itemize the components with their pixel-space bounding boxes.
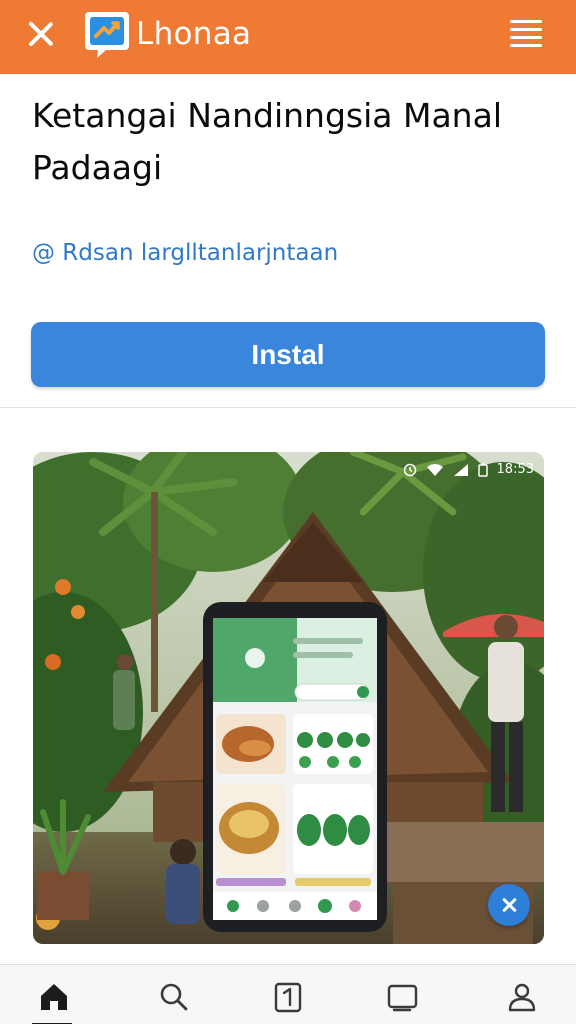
close-icon[interactable] bbox=[22, 15, 60, 53]
wifi-icon bbox=[426, 463, 443, 476]
bottom-navigation bbox=[0, 964, 576, 1024]
status-time: 18:53 bbox=[496, 462, 534, 477]
brand-name: Lhonaa bbox=[136, 16, 252, 52]
developer-link[interactable]: @ Rdsan larglltanlarjntaan bbox=[32, 240, 338, 266]
home-icon[interactable] bbox=[34, 977, 74, 1017]
battery-icon bbox=[477, 463, 488, 477]
chat-bubble-logo-icon bbox=[85, 12, 129, 58]
alarm-icon bbox=[403, 463, 416, 476]
library-icon[interactable] bbox=[382, 977, 422, 1017]
top-app-bar: Lhonaa bbox=[0, 0, 576, 74]
install-button[interactable]: Instal bbox=[31, 322, 545, 387]
preview-status-bar: 18:53 bbox=[403, 462, 534, 477]
app-title: Ketangai Nandinngsia Manal Padaagi bbox=[32, 96, 502, 187]
divider bbox=[0, 407, 576, 408]
menu-icon[interactable] bbox=[506, 16, 546, 52]
updates-icon[interactable] bbox=[268, 977, 308, 1017]
app-screenshot-preview[interactable]: 18:53 bbox=[33, 452, 544, 944]
profile-icon[interactable] bbox=[502, 977, 542, 1017]
preview-scene-image bbox=[33, 452, 544, 944]
signal-icon bbox=[453, 463, 468, 476]
search-icon[interactable] bbox=[153, 977, 193, 1017]
preview-close-icon[interactable] bbox=[488, 884, 530, 926]
